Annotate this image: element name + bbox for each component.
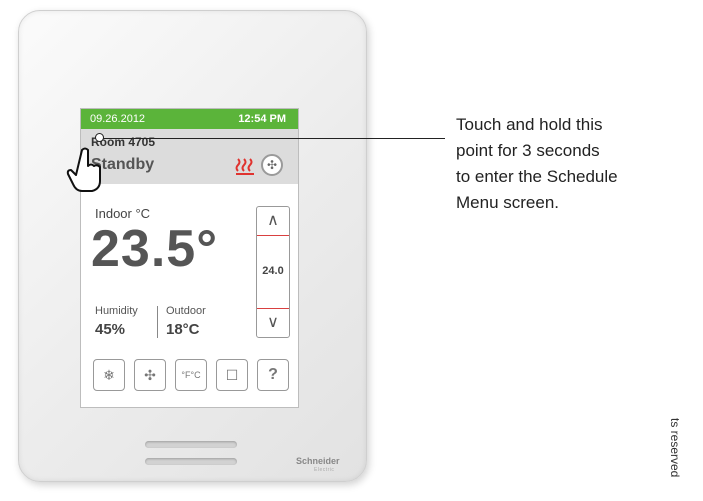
brand-subtitle: Electric <box>314 467 335 473</box>
side-note: ts reserved <box>668 418 682 478</box>
divider <box>157 306 158 338</box>
outdoor-value: 18°C <box>166 321 200 338</box>
date-display: 09.26.2012 <box>90 113 146 125</box>
outdoor-label: Outdoor <box>166 305 206 317</box>
setpoint-down-button[interactable]: ∨ <box>257 308 289 337</box>
unit-button[interactable]: °F°C <box>175 359 207 391</box>
help-button[interactable]: ? <box>257 359 289 391</box>
time-display: 12:54 PM <box>238 113 286 125</box>
humidity-label: Humidity <box>95 305 138 317</box>
callout-line-2: point for 3 seconds <box>456 141 600 160</box>
setpoint-value: 24.0 <box>262 265 284 277</box>
message-button[interactable]: ☐ <box>216 359 248 391</box>
callout-line-3: to enter the Schedule <box>456 167 618 186</box>
fan-icon: ✣ <box>144 367 156 383</box>
setpoint-up-button[interactable]: ∧ <box>257 207 289 236</box>
device-grille-top <box>145 441 237 448</box>
callout-leader-line <box>100 138 445 139</box>
mode-button[interactable]: ❄ <box>93 359 125 391</box>
indoor-temperature: 23.5° <box>91 220 219 278</box>
unit-toggle-icon: °F°C <box>181 370 201 380</box>
thermostat-screen: 09.26.2012 12:54 PM Room 4705 Standby ✣ … <box>80 108 299 408</box>
status-bar: 09.26.2012 12:54 PM <box>81 109 298 129</box>
fan-status-icon: ✣ <box>261 154 283 176</box>
callout-line-4: Menu screen. <box>456 193 559 212</box>
callout-line-1: Touch and hold this <box>456 115 603 134</box>
device-grille-bottom <box>145 458 237 465</box>
callout-instructions: Touch and hold this point for 3 seconds … <box>456 112 696 216</box>
hand-pointer-icon <box>66 147 101 192</box>
heating-icon <box>235 158 255 181</box>
callout-touch-point <box>95 133 104 142</box>
brand-logo: Schneider <box>296 456 340 466</box>
setpoint-control: ∧ 24.0 ∨ <box>256 206 290 338</box>
message-icon: ☐ <box>225 367 239 383</box>
button-row: ❄ ✣ °F°C ☐ ? <box>93 359 289 391</box>
humidity-value: 45% <box>95 321 126 338</box>
heat-cool-mode-icon: ❄ <box>103 367 115 383</box>
help-icon: ? <box>268 366 278 383</box>
fan-button[interactable]: ✣ <box>134 359 166 391</box>
